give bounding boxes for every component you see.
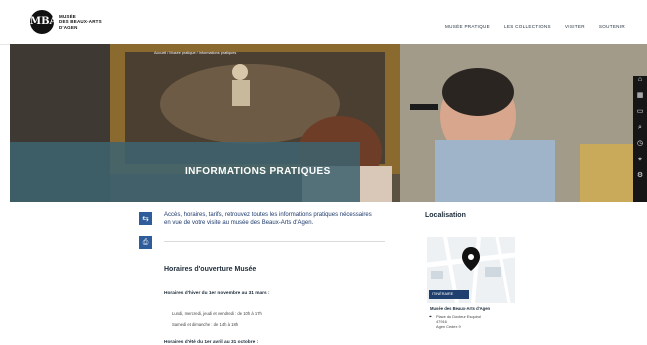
quick-toolbar: ⌂ ▦ ▭ ⌕ ◷ ⌖ ⚙ (633, 76, 647, 202)
nav-musee-pratique[interactable]: MUSÉE PRATIQUE (445, 24, 490, 29)
winter-hours-weekday: Lundi, mercredi, jeudi et vendredi : de … (172, 311, 262, 316)
site-header: MBA MUSÉE DES BEAUX-ARTS D'AGEN MUSÉE PR… (0, 0, 647, 45)
pin-icon: ⌖ (429, 314, 432, 320)
intro-text: Accès, horaires, tarifs, retrouvez toute… (164, 212, 372, 226)
nav-soutenir[interactable]: SOUTENIR (599, 24, 625, 29)
opening-hours-title: Horaires d'ouverture Musée (164, 266, 257, 273)
museum-logo[interactable]: MBA MUSÉE DES BEAUX-ARTS D'AGEN (30, 10, 102, 34)
main-nav: MUSÉE PRATIQUE LES COLLECTIONS VISITER S… (445, 24, 625, 29)
itinerary-label: ITINÉRAIRE (432, 292, 454, 296)
itinerary-button[interactable]: ITINÉRAIRE (429, 290, 469, 299)
location-icon[interactable]: ⌖ (636, 156, 644, 164)
logo-line-3: D'AGEN (59, 24, 78, 30)
divider (164, 241, 385, 242)
winter-hours-weekend: Samedi et dimanche : de 14h à 18h (172, 322, 239, 327)
logo-text: MUSÉE DES BEAUX-ARTS D'AGEN (59, 14, 102, 31)
print-icon[interactable]: ⎙ (139, 236, 152, 249)
breadcrumb[interactable]: Accueil / Musée pratique / Informations … (154, 51, 236, 55)
address: Place du Docteur Esquirol 47916 Agen Ced… (436, 314, 481, 329)
search-icon[interactable]: ⌕ (636, 124, 644, 132)
share-icon[interactable]: ⇆ (139, 212, 152, 225)
summer-hours-title: Horaires d'été du 1er avril au 31 octobr… (164, 340, 259, 345)
home-icon[interactable]: ⌂ (636, 76, 644, 84)
winter-hours-title: Horaires d'hiver du 1er novembre au 31 m… (164, 291, 270, 296)
logo-line-2: DES BEAUX-ARTS (59, 19, 102, 25)
nav-visiter[interactable]: VISITER (565, 24, 585, 29)
address-line: Agen Cedex 9 (436, 324, 461, 329)
location-title: Localisation (425, 212, 466, 219)
museum-name: Musée des Beaux-Arts d'Agen (430, 306, 491, 311)
nav-collections[interactable]: LES COLLECTIONS (504, 24, 551, 29)
settings-icon[interactable]: ⚙ (636, 172, 644, 180)
calendar-icon[interactable]: ▦ (636, 92, 644, 100)
page-title: INFORMATIONS PRATIQUES (185, 166, 331, 177)
clock-icon[interactable]: ◷ (636, 140, 644, 148)
logo-mark: MBA (30, 10, 57, 34)
hero-banner: Accueil / Musée pratique / Informations … (10, 44, 647, 202)
ticket-icon[interactable]: ▭ (636, 108, 644, 116)
